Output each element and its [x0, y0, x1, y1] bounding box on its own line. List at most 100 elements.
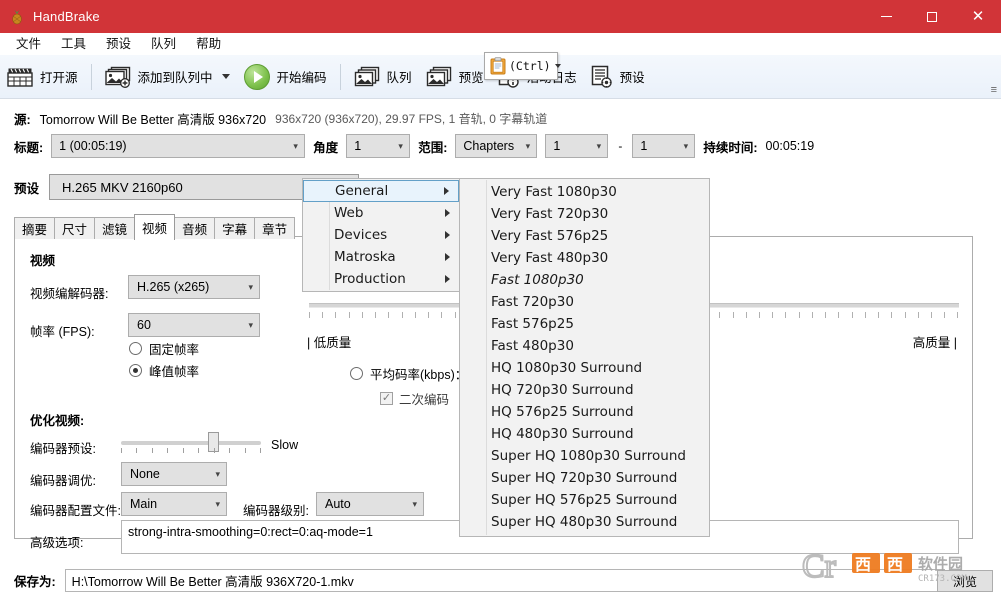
preset-item-label: Super HQ 1080p30 Surround — [491, 448, 686, 464]
title-select[interactable]: 1 (00:05:19) ▾ — [51, 134, 306, 158]
preset-item[interactable]: Fast 720p30 — [460, 291, 709, 313]
tab-dimensions[interactable]: 尺寸 — [54, 217, 96, 239]
range-label: 范围: — [418, 140, 448, 155]
preset-item[interactable]: Very Fast 1080p30 — [460, 181, 709, 203]
preset-item-label: HQ 720p30 Surround — [491, 382, 634, 398]
chapter-start-value: 1 — [553, 139, 561, 153]
peak-framerate-label: 峰值帧率 — [149, 365, 200, 379]
preset-item-label: Fast 720p30 — [491, 294, 574, 310]
menu-queue[interactable]: 队列 — [141, 34, 186, 54]
open-source-button[interactable]: 打开源 — [0, 58, 85, 96]
svg-text:西: 西 — [887, 555, 903, 574]
chapter-start-select[interactable]: 1 ▾ — [545, 134, 609, 158]
preset-item[interactable]: HQ 576p25 Surround — [460, 401, 709, 423]
chevron-down-icon: ▾ — [398, 140, 403, 151]
preview-label: 预览 — [458, 71, 484, 85]
preset-category-general[interactable]: General — [303, 180, 459, 202]
window-controls: ✕ — [863, 0, 1001, 33]
tab-video[interactable]: 视频 — [134, 214, 176, 240]
menu-help[interactable]: 帮助 — [186, 34, 231, 54]
tab-audio[interactable]: 音频 — [174, 217, 216, 239]
preset-item-label: Fast 576p25 — [491, 316, 574, 332]
close-icon: ✕ — [971, 7, 985, 25]
chevron-down-icon: ▾ — [596, 140, 602, 151]
preset-category-label: General — [335, 183, 389, 199]
encoder-profile-label: 编码器配置文件: — [30, 504, 121, 518]
encoder-level-select[interactable]: Auto ▾ — [316, 492, 424, 516]
chevron-down-icon[interactable] — [554, 64, 561, 68]
preset-item[interactable]: Super HQ 1080p30 Surround — [460, 445, 709, 467]
preset-category-menu: General Web Devices Matroska Production — [302, 178, 460, 292]
tab-summary[interactable]: 摘要 — [14, 217, 56, 239]
range-type-select[interactable]: Chapters ▾ — [455, 134, 538, 158]
preset-item-label: Very Fast 1080p30 — [491, 184, 617, 200]
preset-item[interactable]: Very Fast 720p30 — [460, 203, 709, 225]
tab-chapters[interactable]: 章节 — [254, 217, 296, 239]
constant-framerate-radio[interactable]: 固定帧率 — [129, 339, 199, 358]
paste-options-popup[interactable]: (Ctrl) — [484, 52, 561, 80]
open-source-label: 打开源 — [40, 71, 78, 85]
menu-presets[interactable]: 预设 — [96, 34, 141, 54]
tab-subtitles[interactable]: 字幕 — [214, 217, 256, 239]
tab-label: 章节 — [262, 223, 288, 237]
two-pass-checkbox[interactable]: ✓ 二次编码 — [380, 389, 449, 408]
clipboard-icon — [490, 57, 506, 75]
toolbar-separator-1 — [90, 63, 92, 90]
preset-item[interactable]: Fast 480p30 — [460, 335, 709, 357]
encoder-preset-slider[interactable] — [121, 441, 261, 445]
encoder-profile-select[interactable]: Main ▾ — [121, 492, 227, 516]
preset-item[interactable]: Super HQ 480p30 Surround — [460, 511, 709, 533]
menu-file[interactable]: 文件 — [6, 34, 51, 54]
preset-item[interactable]: Fast 576p25 — [460, 313, 709, 335]
chevron-down-icon: ▾ — [248, 319, 253, 330]
toolbar-separator-2 — [339, 63, 341, 90]
presets-label: 预设 — [619, 71, 645, 85]
preset-item[interactable]: HQ 1080p30 Surround — [460, 357, 709, 379]
minimize-button[interactable] — [863, 0, 909, 33]
chapter-end-select[interactable]: 1 ▾ — [632, 134, 696, 158]
play-icon — [243, 63, 270, 90]
angle-select[interactable]: 1 ▾ — [346, 134, 411, 158]
preset-category-matroska[interactable]: Matroska — [303, 246, 459, 268]
encoder-tune-select[interactable]: None ▾ — [121, 462, 227, 486]
title-bar: HandBrake ✕ — [0, 0, 1001, 33]
preset-item-default[interactable]: Fast 1080p30 — [460, 269, 709, 291]
add-to-queue-label: 添加到队列中 — [137, 71, 213, 85]
svg-text:软件园: 软件园 — [918, 555, 963, 573]
preset-item[interactable]: Super HQ 720p30 Surround — [460, 467, 709, 489]
preset-item[interactable]: HQ 720p30 Surround — [460, 379, 709, 401]
presets-button[interactable]: 预设 — [584, 58, 652, 96]
chevron-down-icon: ▾ — [683, 140, 689, 151]
site-watermark: Cr 西 西 软件园 CR173.COM — [800, 543, 996, 593]
preset-item[interactable]: Very Fast 576p25 — [460, 225, 709, 247]
maximize-button[interactable] — [909, 0, 955, 33]
video-codec-select[interactable]: H.265 (x265) ▾ — [128, 275, 260, 299]
menu-tools[interactable]: 工具 — [51, 34, 96, 54]
preset-item-label: Very Fast 720p30 — [491, 206, 609, 222]
peak-framerate-radio[interactable]: 峰值帧率 — [129, 361, 199, 380]
chevron-down-icon[interactable] — [221, 74, 230, 79]
add-to-queue-button[interactable]: 添加到队列中 — [98, 58, 237, 96]
preview-button[interactable]: 预览 — [419, 58, 491, 96]
average-bitrate-radio[interactable]: 平均码率(kbps)： — [350, 364, 467, 383]
preset-label: 预设 — [14, 181, 40, 196]
preset-category-devices[interactable]: Devices — [303, 224, 459, 246]
destination-path-value: H:\Tomorrow Will Be Better 高清版 936X720-1… — [71, 575, 354, 589]
preset-item[interactable]: Super HQ 576p25 Surround — [460, 489, 709, 511]
toolbar-overflow-icon[interactable]: ≡ — [991, 84, 997, 96]
duration-value: 00:05:19 — [765, 139, 815, 153]
start-encode-button[interactable]: 开始编码 — [237, 58, 334, 96]
chevron-right-icon — [445, 253, 450, 261]
window-title: HandBrake — [33, 9, 100, 24]
preset-item[interactable]: Very Fast 480p30 — [460, 247, 709, 269]
tab-filters[interactable]: 滤镜 — [94, 217, 136, 239]
preset-category-production[interactable]: Production — [303, 268, 459, 290]
preset-item[interactable]: HQ 480p30 Surround — [460, 423, 709, 445]
fps-select[interactable]: 60 ▾ — [128, 313, 260, 337]
preset-category-web[interactable]: Web — [303, 202, 459, 224]
chevron-down-icon: ▾ — [412, 498, 417, 509]
quality-low-label: | 低质量 — [307, 336, 352, 350]
close-button[interactable]: ✕ — [955, 0, 1001, 33]
queue-button[interactable]: 队列 — [347, 58, 419, 96]
checkbox-checked-icon: ✓ — [380, 392, 393, 405]
